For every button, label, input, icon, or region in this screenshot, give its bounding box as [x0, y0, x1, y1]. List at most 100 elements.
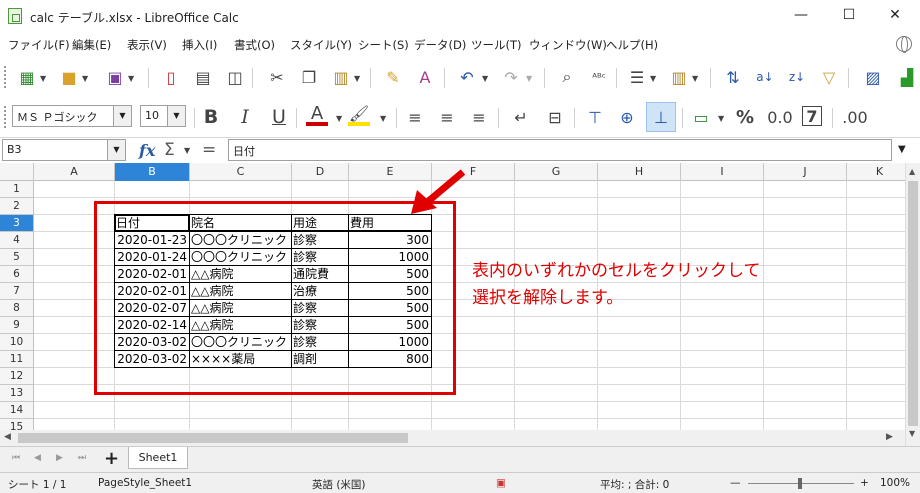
export-pdf-icon[interactable]: ▯	[160, 66, 182, 88]
column-header-k[interactable]: K	[847, 163, 905, 181]
highlight-dropdown-icon[interactable]: ▼	[380, 114, 386, 123]
menu-window[interactable]: ウィンドウ(W)	[529, 37, 607, 53]
vertical-scrollbar[interactable]: ▲ ▼	[905, 163, 920, 446]
currency-format-icon[interactable]: ▭	[690, 106, 712, 128]
redo-dropdown-icon[interactable]: ▼	[526, 74, 532, 83]
print-preview-icon[interactable]: ◫	[224, 66, 246, 88]
new-dropdown-icon[interactable]: ▼	[40, 74, 46, 83]
maximize-button[interactable]: ☐	[826, 0, 872, 32]
menu-sheet[interactable]: シート(S)	[358, 37, 409, 53]
column-header-j[interactable]: J	[764, 163, 847, 181]
paste-dropdown-icon[interactable]: ▼	[354, 74, 360, 83]
open-dropdown-icon[interactable]: ▼	[82, 74, 88, 83]
row-header-6[interactable]: 6	[0, 266, 34, 283]
expand-formula-icon[interactable]: ▼	[898, 144, 906, 155]
date-format-icon[interactable]: 7	[802, 106, 822, 126]
undo-icon[interactable]: ↶	[456, 66, 478, 88]
bold-button[interactable]: B	[200, 106, 222, 128]
row-header-10[interactable]: 10	[0, 334, 34, 351]
column-header-i[interactable]: I	[681, 163, 764, 181]
sum-dropdown-icon[interactable]: ▼	[184, 146, 190, 155]
row-header-3[interactable]: 3	[0, 215, 34, 232]
row-header-13[interactable]: 13	[0, 385, 34, 402]
scroll-down-icon[interactable]: ▼	[909, 429, 915, 438]
formula-input[interactable]: 日付	[228, 139, 892, 161]
clear-formatting-icon[interactable]: A	[414, 66, 436, 88]
column-header-c[interactable]: C	[190, 163, 292, 181]
autofilter-icon[interactable]: ▽	[818, 66, 840, 88]
cut-icon[interactable]: ✂	[266, 66, 288, 88]
currency-dropdown-icon[interactable]: ▼	[718, 114, 724, 123]
prev-sheet-icon[interactable]: ◀	[34, 453, 41, 463]
paste-icon[interactable]: ▥	[330, 66, 352, 88]
insert-image-icon[interactable]: ▨	[862, 66, 884, 88]
menu-data[interactable]: データ(D)	[414, 37, 466, 53]
column-icon[interactable]: ▥	[668, 66, 690, 88]
menu-edit[interactable]: 編集(E)	[72, 37, 111, 53]
zoom-in-icon[interactable]: +	[860, 477, 869, 489]
row-header-1[interactable]: 1	[0, 181, 34, 198]
font-size-box[interactable]: 10 ▼	[140, 105, 186, 127]
last-sheet-icon[interactable]: ⏭	[78, 453, 86, 463]
redo-icon[interactable]: ↷	[500, 66, 522, 88]
underline-button[interactable]: U	[268, 106, 290, 128]
scroll-left-icon[interactable]: ◀	[4, 432, 11, 442]
print-icon[interactable]: ▤	[192, 66, 214, 88]
font-color-icon[interactable]: A	[306, 103, 328, 126]
minimize-button[interactable]: —	[778, 0, 824, 32]
sheet-tab-sheet1[interactable]: Sheet1	[128, 447, 188, 469]
row-header-12[interactable]: 12	[0, 368, 34, 385]
row-header-5[interactable]: 5	[0, 249, 34, 266]
align-right-icon[interactable]: ≡	[468, 106, 490, 128]
new-spreadsheet-icon[interactable]: ▦	[16, 66, 38, 88]
horizontal-scrollbar[interactable]: ◀ ▶	[0, 430, 905, 446]
toolbar-grip[interactable]	[4, 66, 7, 88]
font-color-dropdown-icon[interactable]: ▼	[336, 114, 342, 123]
horizontal-scroll-thumb[interactable]	[18, 433, 408, 443]
column-header-g[interactable]: G	[515, 163, 598, 181]
column-header-h[interactable]: H	[598, 163, 681, 181]
select-all-corner[interactable]	[0, 163, 34, 181]
row-header-8[interactable]: 8	[0, 300, 34, 317]
align-top-icon[interactable]: ⊤	[584, 106, 606, 128]
number-format-button[interactable]: 0.0	[766, 106, 794, 128]
menu-file[interactable]: ファイル(F)	[8, 37, 70, 53]
font-name-dropdown-icon[interactable]: ▼	[113, 106, 131, 126]
zoom-level[interactable]: 100%	[880, 477, 910, 489]
row-header-15[interactable]: 15	[0, 419, 34, 430]
row-header-7[interactable]: 7	[0, 283, 34, 300]
save-dropdown-icon[interactable]: ▼	[128, 74, 134, 83]
next-sheet-icon[interactable]: ▶	[56, 453, 63, 463]
globe-icon[interactable]	[896, 36, 912, 53]
zoom-out-icon[interactable]: —	[730, 477, 741, 489]
column-header-a[interactable]: A	[34, 163, 115, 181]
status-language[interactable]: 英語 (米国)	[312, 477, 366, 492]
row-header-9[interactable]: 9	[0, 317, 34, 334]
clone-formatting-icon[interactable]: ✎	[382, 66, 404, 88]
sort-descending-icon[interactable]: z↓	[786, 66, 808, 88]
row-header-4[interactable]: 4	[0, 232, 34, 249]
align-left-icon[interactable]: ≡	[404, 106, 426, 128]
formula-button[interactable]: =	[202, 140, 216, 160]
undo-dropdown-icon[interactable]: ▼	[482, 74, 488, 83]
toolbar-grip[interactable]	[4, 106, 7, 128]
sort-ascending-icon[interactable]: a↓	[754, 66, 776, 88]
row-header-2[interactable]: 2	[0, 198, 34, 215]
function-wizard-button[interactable]: fx	[139, 141, 155, 160]
menu-tools[interactable]: ツール(T)	[471, 37, 522, 53]
font-size-dropdown-icon[interactable]: ▼	[167, 106, 185, 126]
insert-chart-icon[interactable]: ▟	[896, 66, 918, 88]
column-header-b[interactable]: B	[115, 163, 190, 181]
menu-format[interactable]: 書式(O)	[234, 37, 275, 53]
row-icon[interactable]: ☰	[626, 66, 648, 88]
sort-icon[interactable]: ⇅	[722, 66, 744, 88]
spelling-icon[interactable]: ᴬᴮᶜ	[588, 66, 610, 88]
find-replace-icon[interactable]: ⌕	[556, 66, 578, 88]
add-decimal-button[interactable]: .00	[840, 106, 870, 128]
menu-styles[interactable]: スタイル(Y)	[290, 37, 352, 53]
zoom-slider-handle[interactable]	[798, 478, 802, 489]
copy-icon[interactable]: ❐	[298, 66, 320, 88]
center-vertically-icon[interactable]: ⊕	[616, 106, 638, 128]
italic-button[interactable]: I	[234, 106, 256, 128]
menu-insert[interactable]: 挿入(I)	[182, 37, 217, 53]
